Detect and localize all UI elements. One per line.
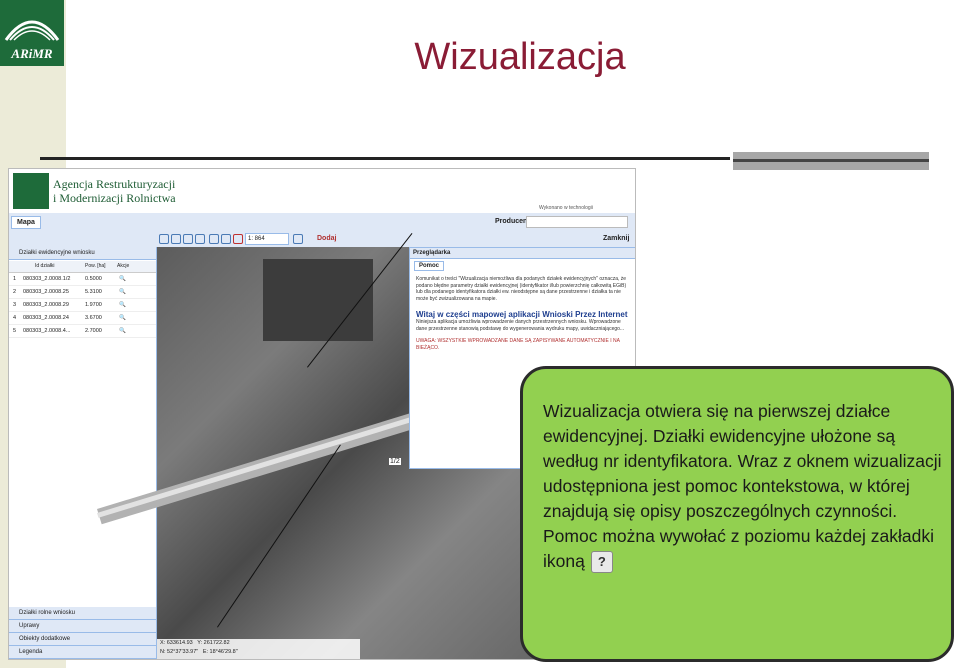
row-number: 5 [13,328,17,334]
left-panel: Działki ewidencyjne wniosku Id działki P… [9,247,157,659]
title-rule-accent [733,152,929,170]
magnifier-icon[interactable]: 🔍 [119,299,126,311]
magnifier-icon[interactable]: 🔍 [119,286,126,298]
zoom-box-icon[interactable] [183,234,193,244]
parcels-table-header: Id działki Pow. [ha] Akcje [9,261,156,273]
tab-pomoc[interactable]: Pomoc [414,261,445,271]
coord-e: E: 18°46'29.8" [202,649,238,655]
help-message: Komunikat o treści "Wizualizacja niemożl… [416,276,627,302]
parcels-panel-header[interactable]: Działki ewidencyjne wniosku [9,247,156,260]
panel-title: Uprawy [19,623,40,629]
objects-panel-header[interactable]: Obiekty dodatkowe [9,633,156,646]
help-body-text: Niniejsza aplikacja umożliwia wprowadzen… [416,319,625,332]
parcels-panel-title: Działki ewidencyjne wniosku [19,250,95,256]
help-note: UWAGA: WSZYSTKIE WPROWADZANE DANE SĄ ZAP… [416,338,620,351]
row-area: 5.3100 [85,289,102,295]
delete-icon[interactable] [233,234,243,244]
panel-title: Obiekty dodatkowe [19,636,71,642]
callout-box: Wizualizacja otwiera się na pierwszej dz… [520,366,954,662]
slide-title: Wizualizacja [414,36,626,78]
help-content: Komunikat o treści "Wizualizacja niemożl… [416,276,628,351]
table-row[interactable]: 1 080303_2.0008.1/2 0.5000 🔍 [9,273,156,286]
row-number: 1 [13,276,17,282]
magnifier-icon[interactable]: 🔍 [119,325,126,337]
coord-x: X: 633614.93 [160,640,193,646]
row-area: 2.7000 [85,328,102,334]
parcel-label: 1/2 [389,458,401,465]
row-id: 080303_2.0008.24 [23,315,69,321]
map-toolbar: 1: 864 Dodaj Zamknij [9,231,635,248]
row-id: 080303_2.0008.29 [23,302,69,308]
agency-name-line2: i Modernizacji Rolnictwa [53,191,176,205]
pan-icon[interactable] [209,234,219,244]
legend-panel-header[interactable]: Legenda [9,646,156,659]
column-id: Id działki [35,263,55,269]
zoom-out-icon[interactable] [171,234,181,244]
crops-panel-header[interactable]: Uprawy [9,620,156,633]
row-area: 1.9700 [85,302,102,308]
column-actions: Akcje [117,263,130,269]
row-id: 080303_2.0008.1/2 [23,276,71,282]
map-field-area [263,259,373,341]
row-area: 0.5000 [85,276,102,282]
magnifier-icon[interactable]: 🔍 [119,312,126,324]
table-row[interactable]: 2 080303_2.0008.25 5.3100 🔍 [9,286,156,299]
main-tabbar: Mapa Producent: [9,213,635,232]
callout-text: Wizualizacja otwiera się na pierwszej dz… [543,399,947,574]
row-area: 3.6700 [85,315,102,321]
column-area: Pow. [ha] [85,263,106,269]
producent-field[interactable] [526,216,628,228]
table-row[interactable]: 5 080303_2.0008.4... 2.7000 🔍 [9,325,156,338]
coordinate-readout: X: 633614.93 Y: 261722.82 N: 52°37'33.97… [157,639,360,659]
panel-title: Działki rolne wniosku [19,610,76,616]
zoom-extent-icon[interactable] [195,234,205,244]
search-icon[interactable] [293,234,303,244]
help-welcome-heading: Witaj w części mapowej aplikacji Wnioski… [416,310,628,319]
add-button[interactable]: Dodaj [317,235,336,242]
agency-header: Agencja Restrukturyzacji i Modernizacji … [9,169,635,213]
scale-input[interactable]: 1: 864 [245,233,289,245]
row-id: 080303_2.0008.4... [23,328,71,334]
zoom-in-icon[interactable] [159,234,169,244]
crop-parcels-panel-header[interactable]: Działki rolne wniosku [9,607,156,620]
row-number: 2 [13,289,17,295]
magnifier-icon[interactable]: 🔍 [119,273,126,285]
coord-y: Y: 261722.82 [197,640,230,646]
panel-title: Legenda [19,649,43,655]
tab-mapa[interactable]: Mapa [11,216,41,229]
row-number: 3 [13,302,17,308]
agency-name-line1: Agencja Restrukturyzacji [53,177,176,191]
row-number: 4 [13,315,17,321]
table-row[interactable]: 4 080303_2.0008.24 3.6700 🔍 [9,312,156,325]
agency-logo-icon [13,173,49,209]
measure-icon[interactable] [221,234,231,244]
title-rule [40,157,730,160]
agency-name: Agencja Restrukturyzacji i Modernizacji … [53,177,176,205]
browser-title: Przeglądarka [410,248,635,259]
row-id: 080303_2.0008.25 [23,289,69,295]
close-button[interactable]: Zamknij [603,235,629,242]
technology-text: Wykonano w technologii [539,205,593,211]
coord-n: N: 52°37'33.97" [160,649,199,655]
table-row[interactable]: 3 080303_2.0008.29 1.9700 🔍 [9,299,156,312]
help-icon: ? [590,551,613,574]
